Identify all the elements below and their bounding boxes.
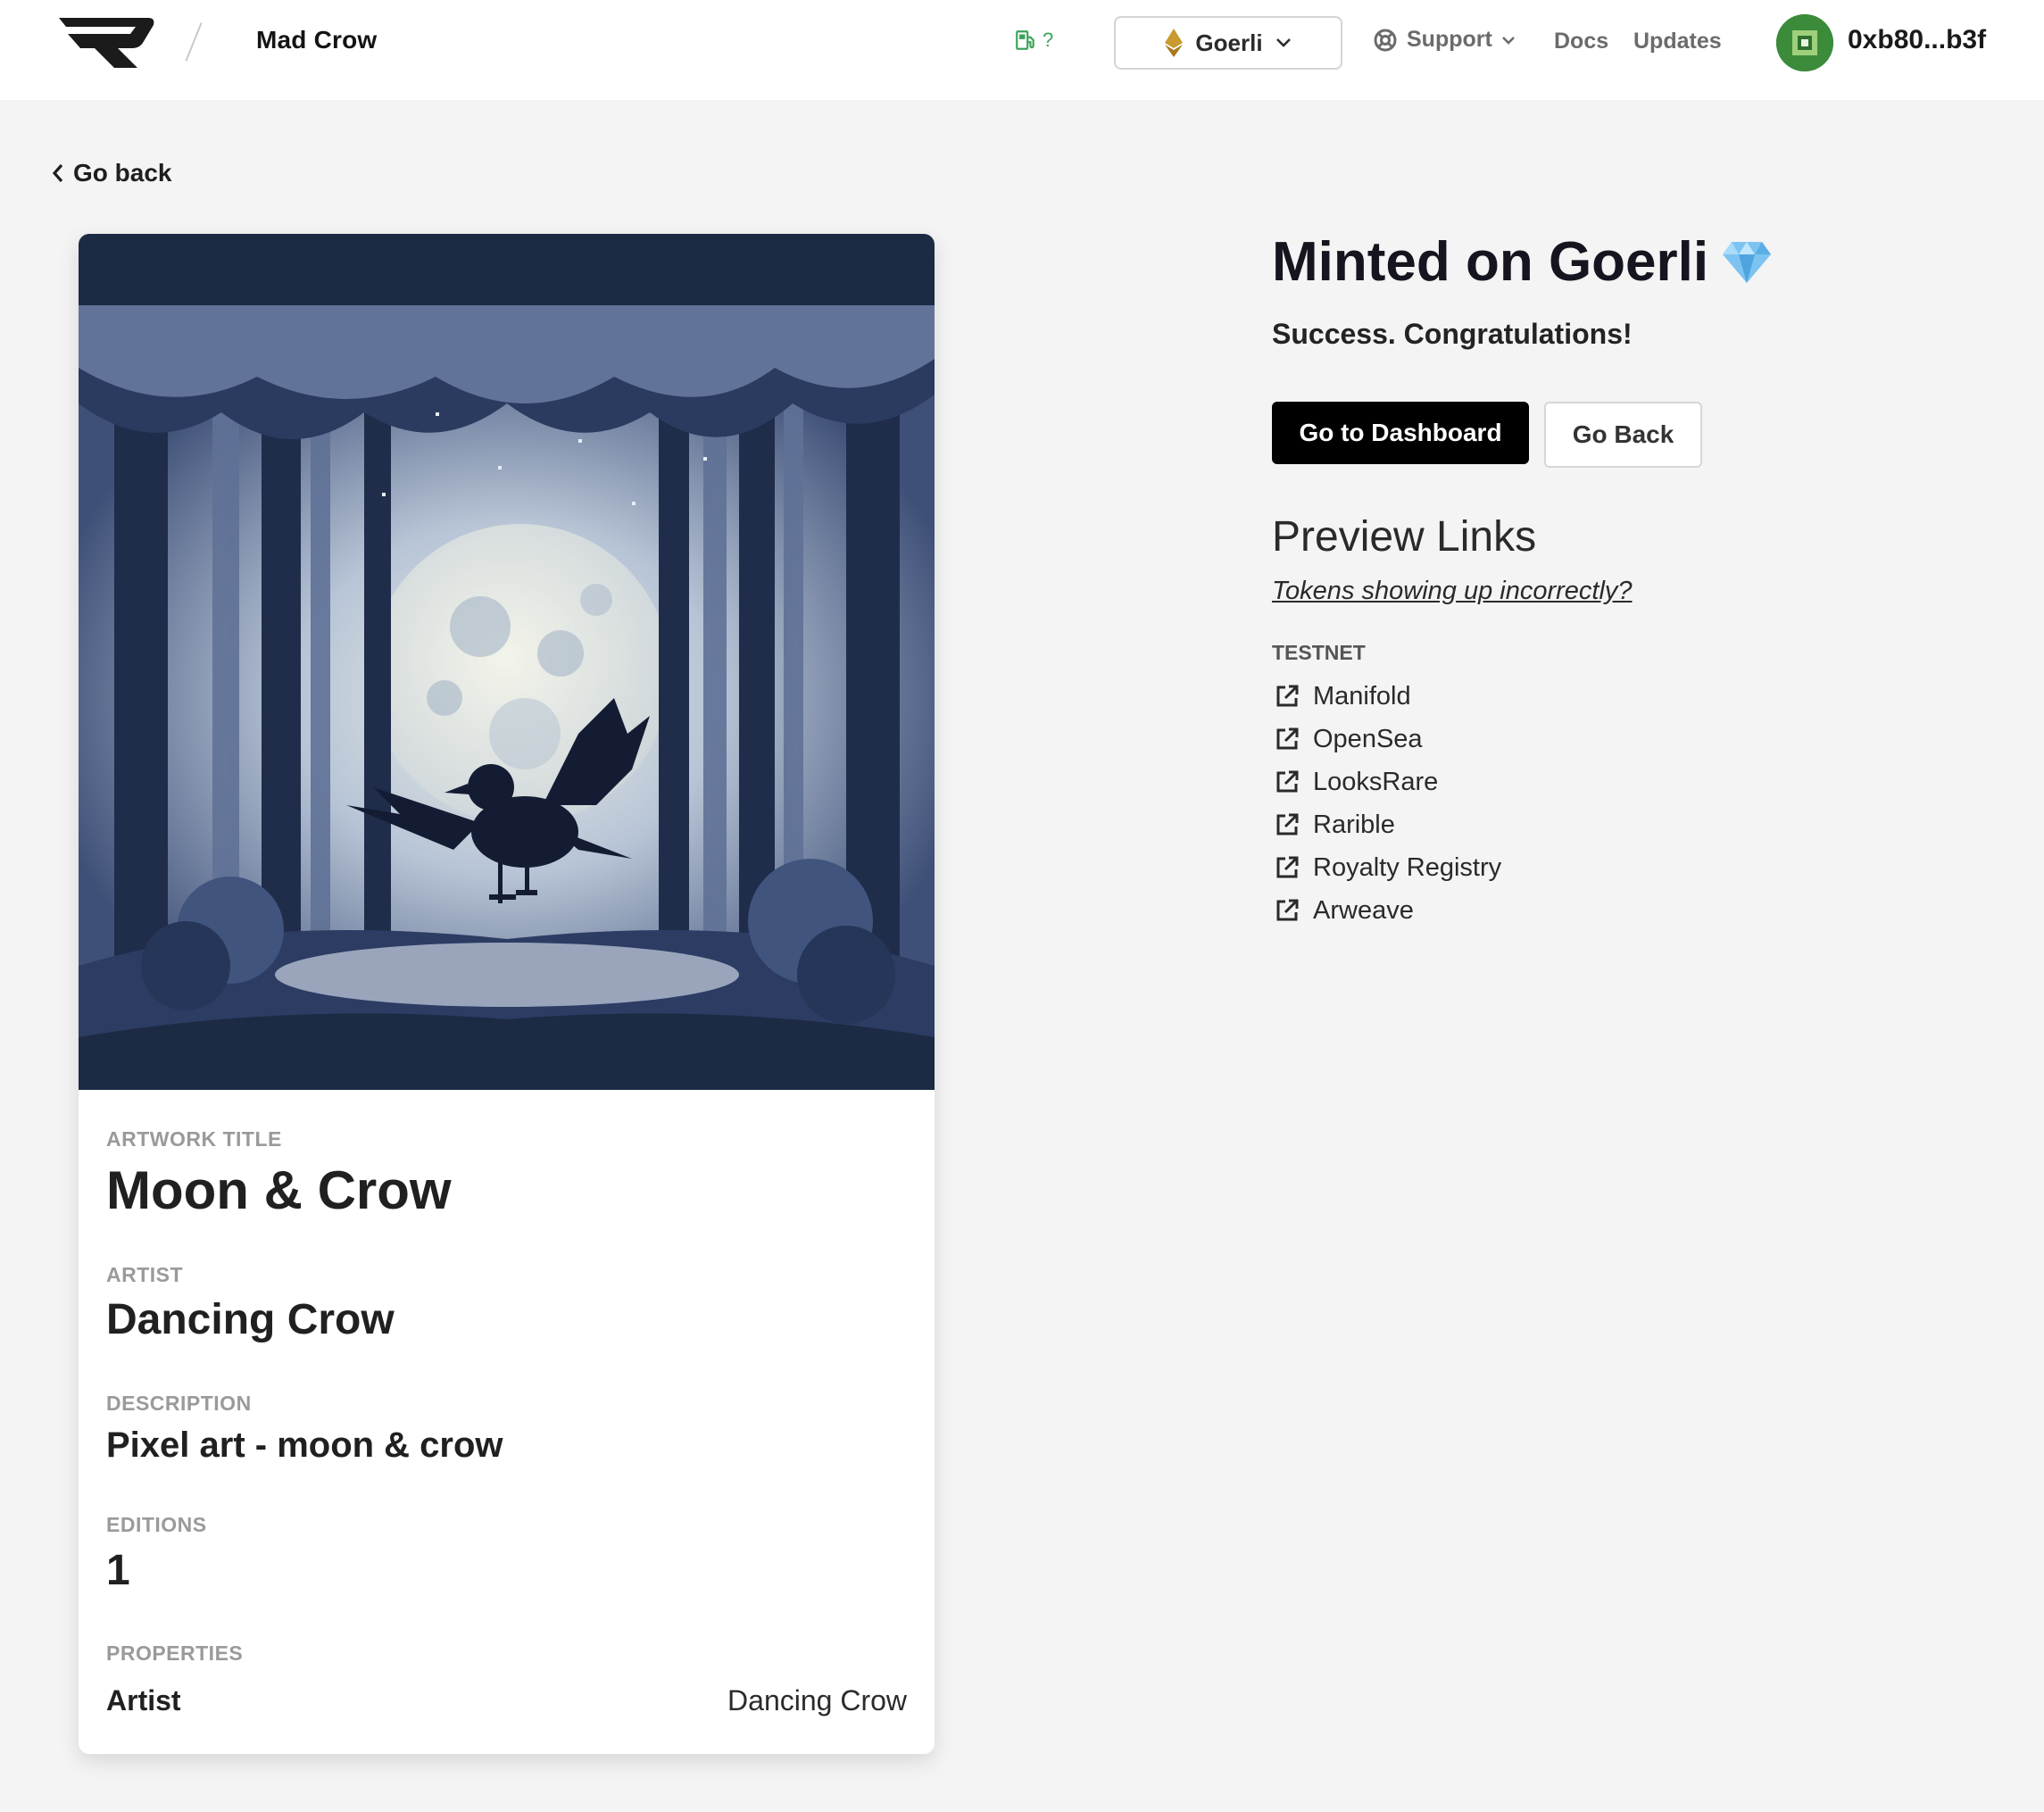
preview-link-rarible[interactable]: Rarible [1274, 803, 1501, 846]
go-back-link[interactable]: Go back [52, 159, 171, 187]
external-link-icon [1276, 813, 1299, 835]
external-link-icon [1276, 727, 1299, 750]
preview-links-heading: Preview Links [1272, 513, 1537, 561]
manifold-logo-icon[interactable] [55, 16, 157, 70]
testnet-section-label: TESTNET [1272, 641, 1366, 664]
go-back-button[interactable]: Go Back [1544, 402, 1702, 468]
description-text: Pixel art - moon & crow [106, 1425, 503, 1465]
artwork-illustration [79, 234, 935, 1090]
preview-link-royalty-registry[interactable]: Royalty Registry [1274, 846, 1501, 889]
chevron-down-icon [1275, 38, 1291, 47]
ethereum-icon [1165, 29, 1184, 57]
property-row: Artist Dancing Crow [106, 1684, 907, 1717]
property-key: Artist [106, 1684, 181, 1716]
gas-pump-icon [1016, 30, 1034, 50]
avatar[interactable] [1776, 14, 1833, 71]
tokens-incorrect-link[interactable]: Tokens showing up incorrectly? [1272, 577, 1633, 606]
external-link-icon [1276, 770, 1299, 793]
project-name[interactable]: Mad Crow [256, 26, 377, 54]
page-title: Minted on Goerli [1272, 230, 1773, 294]
support-menu[interactable]: Support [1373, 27, 1516, 53]
artwork-title: Moon & Crow [106, 1160, 452, 1220]
wallet-address[interactable]: 0xb80...b3f [1848, 25, 1986, 55]
artist-name: Dancing Crow [106, 1296, 395, 1343]
network-name: Goerli [1195, 29, 1263, 56]
diamond-icon [1723, 241, 1772, 283]
external-link-icon [1276, 685, 1299, 707]
network-selector[interactable]: Goerli [1114, 16, 1342, 70]
chevron-left-icon [52, 163, 63, 183]
docs-link[interactable]: Docs [1554, 29, 1608, 54]
link-label: OpenSea [1313, 724, 1423, 753]
link-label: Manifold [1313, 681, 1411, 711]
artist-label: ARTIST [106, 1263, 184, 1286]
editions-label: EDITIONS [106, 1513, 207, 1536]
external-link-icon [1276, 856, 1299, 878]
properties-label: PROPERTIES [106, 1642, 244, 1665]
breadcrumb-divider [185, 22, 203, 62]
support-label: Support [1407, 27, 1492, 52]
editions-count: 1 [106, 1547, 130, 1594]
minted-title-text: Minted on Goerli [1272, 231, 1709, 293]
preview-link-opensea[interactable]: OpenSea [1274, 718, 1501, 761]
preview-link-arweave[interactable]: Arweave [1274, 889, 1501, 932]
chevron-down-icon [1501, 36, 1515, 45]
artwork-image [79, 234, 935, 1090]
avatar-pattern-icon [1776, 14, 1833, 71]
link-label: Arweave [1313, 895, 1414, 925]
artwork-title-label: ARTWORK TITLE [106, 1127, 282, 1151]
go-back-label: Go back [73, 159, 172, 187]
top-navigation-bar: Mad Crow ? Goerli Support Docs Updates 0… [0, 0, 2044, 100]
go-to-dashboard-button[interactable]: Go to Dashboard [1272, 402, 1529, 464]
preview-link-manifold[interactable]: Manifold [1274, 675, 1501, 718]
preview-links-list: Manifold OpenSea LooksRare Rarible Royal… [1274, 675, 1501, 932]
external-link-icon [1276, 899, 1299, 921]
property-value: Dancing Crow [727, 1684, 907, 1716]
updates-link[interactable]: Updates [1633, 29, 1722, 54]
link-label: Rarible [1313, 810, 1395, 839]
preview-link-looksrare[interactable]: LooksRare [1274, 761, 1501, 803]
link-label: LooksRare [1313, 767, 1439, 796]
link-label: Royalty Registry [1313, 852, 1502, 882]
gas-value: ? [1043, 29, 1054, 51]
lifebuoy-icon [1374, 29, 1397, 51]
gas-indicator[interactable]: ? [1014, 29, 1053, 52]
artwork-card: ARTWORK TITLE Moon & Crow ARTIST Dancing… [79, 234, 935, 1754]
success-message: Success. Congratulations! [1272, 318, 1633, 350]
description-label: DESCRIPTION [106, 1392, 252, 1415]
